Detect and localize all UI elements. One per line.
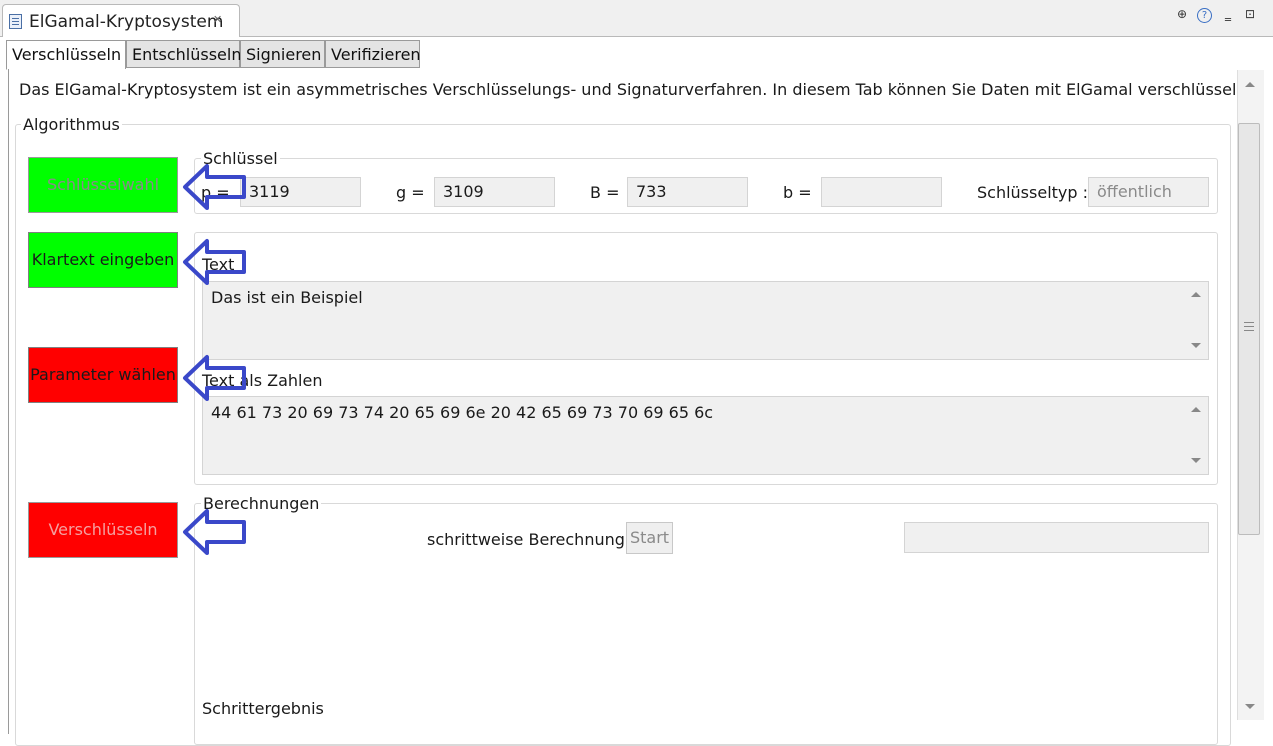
close-icon[interactable]: ✕ (213, 13, 222, 26)
plaintext-area[interactable]: Das ist ein Beispiel (202, 281, 1209, 360)
scroll-up-icon[interactable] (1245, 82, 1255, 87)
maximize-icon[interactable]: ⊡ (1242, 6, 1258, 22)
annotation-arrow-icon (183, 355, 246, 401)
b-field[interactable] (821, 177, 942, 207)
stepwise-label: schrittweise Berechnung: (427, 530, 631, 549)
description-text: Das ElGamal-Kryptosystem ist ein asymmet… (19, 80, 1252, 99)
numbers-scrollbar[interactable] (1186, 397, 1208, 474)
minimize-icon[interactable]: ‗ (1220, 6, 1236, 22)
plaintext-scrollbar[interactable] (1186, 282, 1208, 359)
g-label: g = (396, 183, 425, 202)
enter-plaintext-button[interactable]: Klartext eingeben (28, 232, 178, 288)
start-button[interactable]: Start (626, 522, 673, 554)
scroll-down-icon[interactable] (1245, 704, 1255, 709)
numbers-area[interactable]: 44 61 73 20 69 73 74 20 65 69 6e 20 42 6… (202, 396, 1209, 475)
scroll-up-icon[interactable] (1191, 292, 1201, 297)
scroll-down-icon[interactable] (1191, 343, 1201, 348)
help-icon[interactable]: ? (1197, 8, 1212, 23)
scroll-down-icon[interactable] (1191, 458, 1201, 463)
choose-parameters-button[interactable]: Parameter wählen (28, 347, 178, 403)
scroll-up-icon[interactable] (1191, 407, 1201, 412)
new-window-icon[interactable]: ⊕ (1174, 6, 1190, 22)
step-result-field[interactable] (904, 522, 1209, 553)
key-selection-button[interactable]: Schlüsselwahl (28, 157, 178, 213)
tab-entschluesseln[interactable]: Entschlüsseln (126, 40, 241, 68)
document-icon (9, 14, 22, 29)
algorithm-group-label: Algorithmus (21, 115, 122, 134)
b-label: b = (783, 183, 812, 202)
p-field[interactable]: 3119 (240, 177, 361, 207)
annotation-arrow-icon (183, 164, 246, 210)
view-tab[interactable]: ElGamal-Kryptosystem ✕ (2, 4, 240, 37)
annotation-arrow-icon (183, 509, 246, 555)
tab-verschluesseln[interactable]: Verschlüsseln (6, 40, 126, 70)
view-title: ElGamal-Kryptosystem (29, 12, 224, 32)
tab-signieren[interactable]: Signieren (240, 40, 325, 68)
key-type-field[interactable]: öffentlich (1088, 177, 1209, 207)
B-field[interactable]: 733 (627, 177, 748, 207)
g-field[interactable]: 3109 (434, 177, 555, 207)
step-result-label: Schrittergebnis (202, 699, 324, 718)
B-label: B = (590, 183, 620, 202)
encrypt-button[interactable]: Verschlüsseln (28, 502, 178, 558)
tab-verifizieren[interactable]: Verifizieren (325, 40, 421, 68)
key-type-label: Schlüsseltyp : (977, 183, 1089, 202)
annotation-arrow-icon (183, 239, 246, 285)
grip-icon (1244, 322, 1254, 334)
